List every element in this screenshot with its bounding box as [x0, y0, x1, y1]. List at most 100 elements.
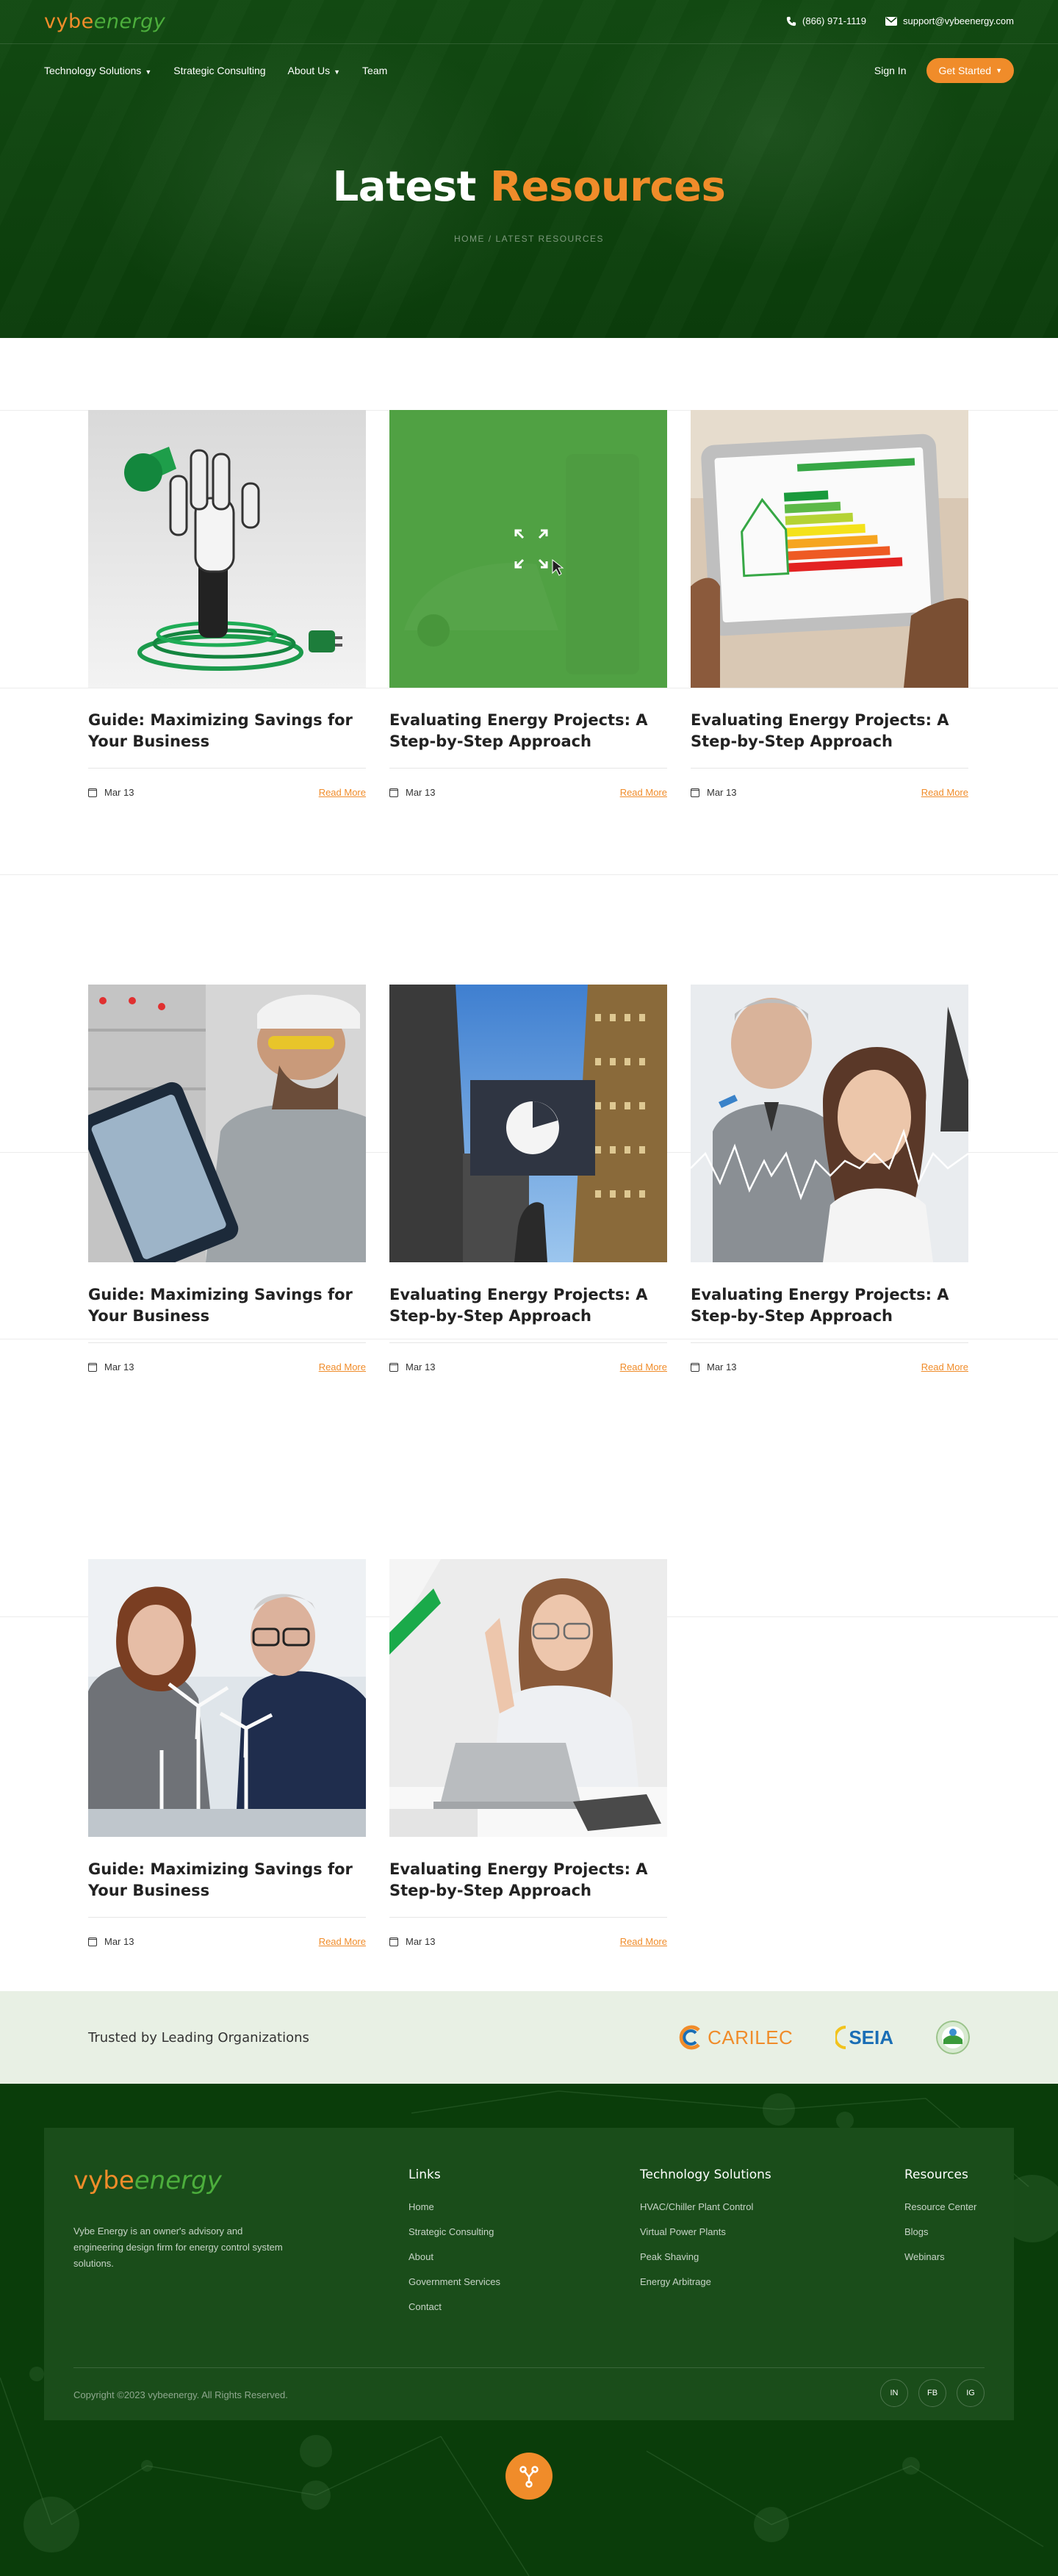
footer-link-blogs[interactable]: Blogs: [904, 2226, 976, 2237]
card-divider: [691, 1342, 968, 1343]
nav-item-team[interactable]: Team: [362, 65, 387, 76]
carilec-emblem-icon: [679, 2025, 700, 2050]
card-meta: Mar 13 Read More: [389, 1936, 667, 1947]
footer-links-column: Links Home Strategic Consulting About Go…: [409, 2167, 500, 2326]
card-image-technician-tablet[interactable]: [88, 985, 366, 1262]
site-footer: vybeenergy Vybe Energy is an owner's adv…: [0, 2084, 1058, 2576]
read-more-link[interactable]: Read More: [921, 787, 968, 798]
round-seal-logo[interactable]: [936, 2021, 970, 2054]
card-date: Mar 13: [104, 1361, 134, 1372]
breadcrumb: HOME / LATEST RESOURCES: [453, 234, 605, 244]
footer-link-strategic-consulting[interactable]: Strategic Consulting: [409, 2226, 500, 2237]
nav-links: Technology Solutions ▼ Strategic Consulti…: [44, 65, 387, 76]
card-image-ev-charging-hover[interactable]: [389, 410, 667, 688]
card-image-pie-chart-skyscrapers[interactable]: [389, 985, 667, 1262]
card-image-green-charging-plug[interactable]: [88, 410, 366, 688]
card-image-woman-laptop[interactable]: [389, 1559, 667, 1837]
read-more-link[interactable]: Read More: [319, 1361, 366, 1372]
footer-link-energy-arbitrage[interactable]: Energy Arbitrage: [640, 2276, 771, 2287]
card-title[interactable]: Evaluating Energy Projects: A Step-by-St…: [389, 1859, 667, 1902]
calendar-icon: [88, 1937, 97, 1946]
copyright: Copyright ©2023 vybeenergy. All Rights R…: [73, 2389, 288, 2400]
card-title[interactable]: Guide: Maximizing Savings for Your Busin…: [88, 1284, 366, 1327]
instagram-icon[interactable]: IG: [957, 2379, 985, 2407]
footer-divider: [73, 2367, 985, 2368]
card-meta: Mar 13 Read More: [88, 1361, 366, 1372]
read-more-link[interactable]: Read More: [319, 787, 366, 798]
footer-panel: vybeenergy Vybe Energy is an owner's adv…: [44, 2128, 1014, 2420]
facebook-icon[interactable]: FB: [918, 2379, 946, 2407]
footer-link-about[interactable]: About: [409, 2251, 500, 2262]
footer-resources-heading: Resources: [904, 2167, 968, 2182]
footer-logo[interactable]: vybeenergy: [73, 2166, 222, 2195]
calendar-icon: [691, 1362, 699, 1372]
footer-link-resource-center[interactable]: Resource Center: [904, 2201, 976, 2212]
site-logo[interactable]: vybeenergy: [44, 10, 165, 33]
card-title[interactable]: Evaluating Energy Projects: A Step-by-St…: [389, 1284, 667, 1327]
card-meta: Mar 13 Read More: [389, 787, 667, 798]
resource-card: Evaluating Energy Projects: A Step-by-St…: [389, 410, 667, 798]
main-nav: Technology Solutions ▼ Strategic Consulti…: [44, 56, 1014, 85]
footer-link-contact[interactable]: Contact: [409, 2301, 500, 2312]
card-meta: Mar 13 Read More: [88, 1936, 366, 1947]
floating-action-button[interactable]: [505, 2453, 553, 2500]
logo-text-energy: energy: [93, 10, 166, 33]
card-image-art: [88, 410, 366, 688]
card-title[interactable]: Guide: Maximizing Savings for Your Busin…: [88, 1859, 366, 1902]
footer-link-home[interactable]: Home: [409, 2201, 500, 2212]
sign-in-link[interactable]: Sign In: [874, 65, 907, 76]
footer-link-government-services[interactable]: Government Services: [409, 2276, 500, 2287]
footer-link-vpp[interactable]: Virtual Power Plants: [640, 2226, 771, 2237]
partner-logos: CARILEC SEIA: [677, 2021, 970, 2054]
calendar-icon: [691, 788, 699, 797]
calendar-icon: [389, 1937, 398, 1946]
read-more-link[interactable]: Read More: [921, 1361, 968, 1372]
read-more-link[interactable]: Read More: [319, 1936, 366, 1947]
chevron-down-icon: ▼: [145, 68, 152, 76]
footer-tech-column: Technology Solutions HVAC/Chiller Plant …: [640, 2167, 771, 2301]
card-divider: [389, 1917, 667, 1918]
card-image-wind-turbine-models[interactable]: [88, 1559, 366, 1837]
read-more-link[interactable]: Read More: [620, 1361, 667, 1372]
resource-card: Guide: Maximizing Savings for Your Busin…: [88, 985, 366, 1372]
seia-sun-icon: [835, 2026, 846, 2049]
seia-logo[interactable]: SEIA: [835, 2024, 893, 2051]
card-image-art: [691, 410, 968, 688]
phone-contact[interactable]: (866) 971-1119: [786, 15, 866, 26]
footer-resources-column: Resources Resource Center Blogs Webinars: [904, 2167, 976, 2276]
nav-item-technology-solutions[interactable]: Technology Solutions ▼: [44, 65, 151, 76]
get-started-button[interactable]: Get Started ▼: [926, 58, 1014, 83]
card-image-analysts-graph[interactable]: [691, 985, 968, 1262]
resource-card: Evaluating Energy Projects: A Step-by-St…: [389, 985, 667, 1372]
chevron-down-icon: ▼: [334, 68, 341, 76]
card-title[interactable]: Evaluating Energy Projects: A Step-by-St…: [691, 1284, 968, 1327]
footer-link-peak-shaving[interactable]: Peak Shaving: [640, 2251, 771, 2262]
nav-item-strategic-consulting[interactable]: Strategic Consulting: [173, 65, 265, 76]
top-bar: vybeenergy (866) 971-1119 support@vybeen…: [0, 0, 1058, 44]
card-image-energy-efficiency-tablet[interactable]: [691, 410, 968, 688]
linkedin-icon[interactable]: IN: [880, 2379, 908, 2407]
carilec-wordmark: CARILEC: [708, 2026, 794, 2048]
footer-link-hvac[interactable]: HVAC/Chiller Plant Control: [640, 2201, 771, 2212]
carilec-logo[interactable]: CARILEC: [677, 2024, 793, 2051]
resource-card: Evaluating Energy Projects: A Step-by-St…: [691, 410, 968, 798]
read-more-link[interactable]: Read More: [620, 1936, 667, 1947]
resource-card: Guide: Maximizing Savings for Your Busin…: [88, 410, 366, 798]
card-title[interactable]: Evaluating Energy Projects: A Step-by-St…: [691, 710, 968, 752]
card-title[interactable]: Guide: Maximizing Savings for Your Busin…: [88, 710, 366, 752]
chevron-down-icon: ▼: [996, 67, 1002, 74]
footer-link-webinars[interactable]: Webinars: [904, 2251, 976, 2262]
calendar-icon: [88, 1362, 97, 1372]
card-date: Mar 13: [707, 1361, 737, 1372]
card-divider: [389, 768, 667, 769]
card-title[interactable]: Evaluating Energy Projects: A Step-by-St…: [389, 710, 667, 752]
phone-number: (866) 971-1119: [802, 15, 867, 26]
card-image-art: [389, 1559, 667, 1837]
footer-links-heading: Links: [409, 2167, 441, 2182]
email-contact[interactable]: support@vybeenergy.com: [885, 15, 1014, 26]
card-date: Mar 13: [104, 1936, 134, 1947]
card-image-art: [691, 985, 968, 1262]
footer-description: Vybe Energy is an owner's advisory and e…: [73, 2226, 283, 2269]
nav-item-about-us[interactable]: About Us ▼: [288, 65, 341, 76]
read-more-link[interactable]: Read More: [620, 787, 667, 798]
